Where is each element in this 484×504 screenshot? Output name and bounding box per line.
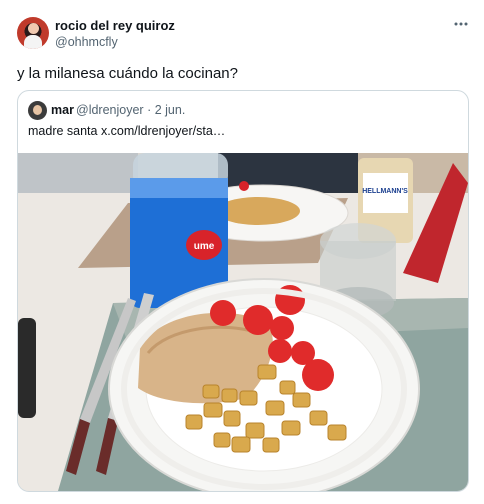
quoted-date[interactable]: 2 jun. — [155, 103, 186, 117]
meta-separator: · — [147, 103, 152, 117]
mayo-label: HELLMANN'S — [362, 188, 408, 195]
quoted-meta: @ldrenjoyer · 2 jun. — [76, 103, 185, 117]
author-avatar[interactable] — [17, 17, 49, 49]
quoted-photo[interactable]: HELLMANN'S ume — [18, 153, 468, 491]
tweet-card[interactable]: rocio del rey quiroz @ohhmcfly y la mila… — [0, 0, 484, 504]
quoted-text: madre santa x.com/ldrenjoyer/sta… — [28, 124, 226, 138]
author-display-name[interactable]: rocio del rey quiroz — [55, 18, 175, 33]
more-horizontal-icon[interactable] — [452, 16, 470, 32]
food-photo: HELLMANN'S ume — [18, 153, 468, 491]
quoted-author-handle[interactable]: @ldrenjoyer — [76, 103, 144, 117]
bottle-label: ume — [194, 241, 215, 252]
tweet-text: y la milanesa cuándo la cocinan? — [17, 65, 238, 82]
quoted-author-name[interactable]: mar — [51, 103, 74, 117]
author-handle[interactable]: @ohhmcfly — [55, 35, 118, 49]
quoted-author-avatar[interactable] — [28, 101, 47, 120]
quoted-tweet[interactable]: mar @ldrenjoyer · 2 jun. madre santa x.c… — [17, 90, 469, 492]
